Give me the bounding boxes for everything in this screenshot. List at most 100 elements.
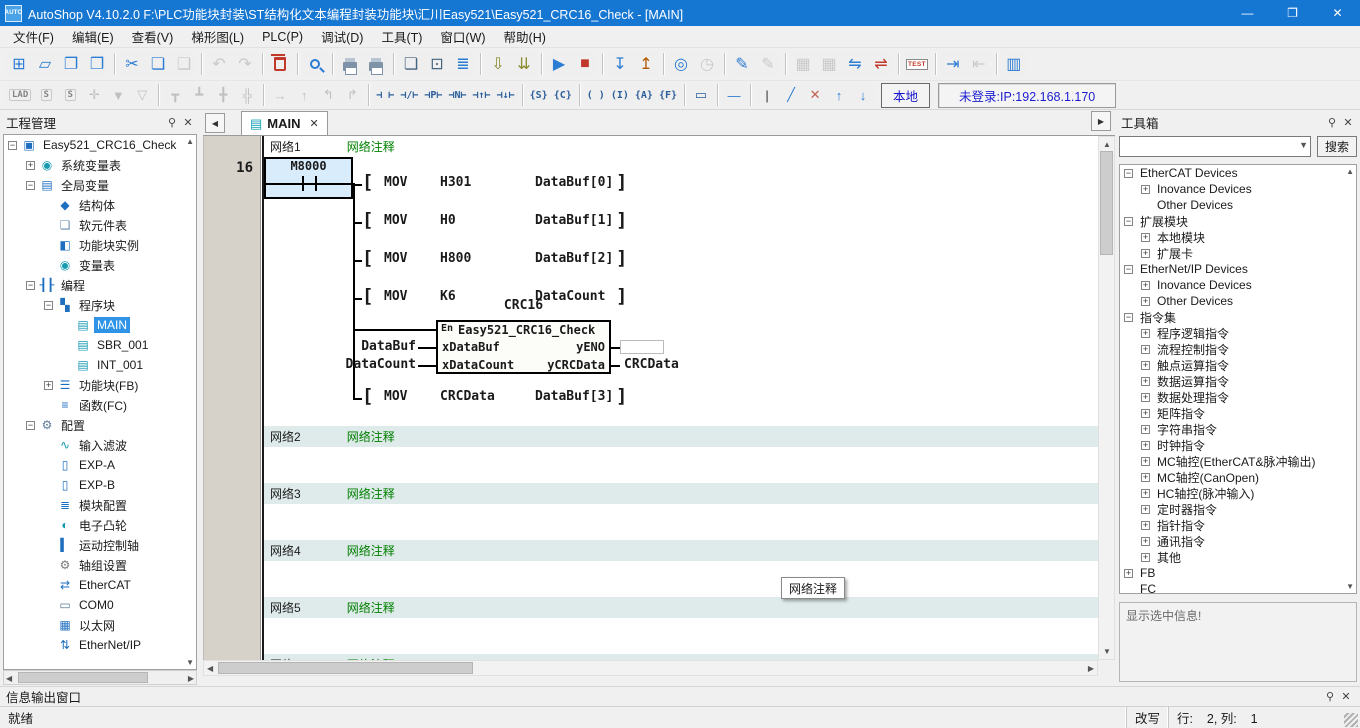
- compile-button[interactable]: ⇩: [485, 51, 511, 77]
- project-tree-item-8[interactable]: −▚程序块: [4, 295, 196, 315]
- instruction-opcode[interactable]: MOV: [384, 289, 407, 304]
- expand-icon[interactable]: +: [1141, 473, 1150, 482]
- expand-icon[interactable]: +: [1141, 377, 1150, 386]
- pin-icon[interactable]: ⚲: [1322, 689, 1338, 705]
- find-button[interactable]: [302, 51, 328, 77]
- collapse-icon[interactable]: −: [1124, 169, 1133, 178]
- collapse-icon[interactable]: −: [1124, 217, 1133, 226]
- instruction-operand-2[interactable]: DataBuf[0]: [535, 175, 613, 190]
- network-3-comment[interactable]: 网络注释: [347, 485, 395, 502]
- print-preview-button[interactable]: [337, 51, 363, 77]
- application-block-button[interactable]: {A}: [632, 84, 656, 106]
- menu-item-6[interactable]: 工具(T): [372, 24, 431, 49]
- coil-set-button[interactable]: {S}: [527, 84, 551, 106]
- project-tree-item-25[interactable]: ⇅EtherNet/IP: [4, 635, 196, 655]
- draw-vline-button[interactable]: |: [755, 84, 779, 106]
- expand-icon[interactable]: +: [1141, 233, 1150, 242]
- expand-icon[interactable]: +: [1141, 409, 1150, 418]
- resize-grip[interactable]: [1344, 713, 1358, 727]
- project-tree-item-10[interactable]: ▤SBR_001: [4, 335, 196, 355]
- contact-no-button[interactable]: ⊣ ⊢: [373, 84, 397, 106]
- scroll-up-icon[interactable]: ▲: [186, 137, 194, 146]
- instruction-opcode[interactable]: MOV: [384, 175, 407, 190]
- network-4-comment[interactable]: 网络注释: [347, 542, 395, 559]
- expand-icon[interactable]: +: [1141, 249, 1150, 258]
- project-tree-item-20[interactable]: ▍运动控制轴: [4, 535, 196, 555]
- minimize-button[interactable]: —: [1225, 0, 1270, 26]
- block-in1-operand[interactable]: DataBuf: [284, 339, 416, 354]
- instruction-operand-1[interactable]: H800: [440, 251, 471, 266]
- project-tree-item-23[interactable]: ▭COM0: [4, 595, 196, 615]
- project-tree-item-9[interactable]: ▤MAIN: [4, 315, 196, 335]
- project-tree-item-17[interactable]: ▯EXP-B: [4, 475, 196, 495]
- instruction-opcode[interactable]: MOV: [384, 389, 407, 404]
- expand-icon[interactable]: +: [1141, 425, 1150, 434]
- instruction-operand-2[interactable]: DataBuf[3]: [535, 389, 613, 404]
- insert-network-button[interactable]: ⇋: [842, 51, 868, 77]
- ladder-canvas[interactable]: 16 网络1 网络注释 M8000 [MOVH3: [203, 136, 1098, 660]
- toolbox-tree-item-0[interactable]: −EtherCAT Devices: [1120, 165, 1356, 181]
- coil-invert-button[interactable]: (I): [608, 84, 632, 106]
- move-down-button[interactable]: ↓: [851, 84, 875, 106]
- project-tree-item-18[interactable]: ≣模块配置: [4, 495, 196, 515]
- stop-button[interactable]: ■: [572, 51, 598, 77]
- project-tree-item-21[interactable]: ⚙轴组设置: [4, 555, 196, 575]
- expand-icon[interactable]: +: [1141, 457, 1150, 466]
- tab-main[interactable]: ▤ MAIN ✕: [241, 111, 328, 135]
- instruction-operand-1[interactable]: H0: [440, 213, 456, 228]
- expand-icon[interactable]: +: [44, 381, 53, 390]
- delete-lines-button[interactable]: ✕: [803, 84, 827, 106]
- network-4-body[interactable]: [264, 561, 1098, 597]
- network-2-body[interactable]: [264, 447, 1098, 483]
- restore-button[interactable]: ❐: [1270, 0, 1315, 26]
- toolbox-tree-item-5[interactable]: +扩展卡: [1120, 245, 1356, 261]
- contact-down-button[interactable]: ⊣↓⊢: [494, 84, 518, 106]
- collapse-icon[interactable]: −: [26, 281, 35, 290]
- menu-item-1[interactable]: 编辑(E): [63, 24, 123, 49]
- new-project-button[interactable]: ⊞: [6, 51, 32, 77]
- project-tree-item-22[interactable]: ⇄EtherCAT: [4, 575, 196, 595]
- project-tree-item-15[interactable]: ∿输入滤波: [4, 435, 196, 455]
- network-4-header[interactable]: 网络4网络注释: [264, 540, 1098, 561]
- network-3-body[interactable]: [264, 504, 1098, 540]
- project-tree-item-1[interactable]: +◉系统变量表: [4, 155, 196, 175]
- instruction-operand-2[interactable]: DataBuf[1]: [535, 213, 613, 228]
- expand-icon[interactable]: +: [1141, 329, 1150, 338]
- menu-item-5[interactable]: 调试(D): [312, 24, 372, 49]
- toolbox-search-input[interactable]: ▼: [1119, 136, 1311, 157]
- close-icon[interactable]: ✕: [1340, 114, 1356, 130]
- download-button[interactable]: ↧: [607, 51, 633, 77]
- toolbox-tree-item-25[interactable]: +FB: [1120, 565, 1356, 581]
- block-box-button[interactable]: ▭: [689, 84, 713, 106]
- contact-up-button[interactable]: ⊣↑⊢: [470, 84, 494, 106]
- project-tree-item-13[interactable]: ≡函数(FC): [4, 395, 196, 415]
- collapse-icon[interactable]: −: [1124, 265, 1133, 274]
- save-button[interactable]: ❐: [58, 51, 84, 77]
- project-tree-item-14[interactable]: −⚙配置: [4, 415, 196, 435]
- toolbox-tree-item-7[interactable]: +Inovance Devices: [1120, 277, 1356, 293]
- function-block-button[interactable]: {F}: [656, 84, 680, 106]
- toolbox-tree-item-1[interactable]: +Inovance Devices: [1120, 181, 1356, 197]
- block-in2-operand[interactable]: DataCount: [272, 357, 416, 372]
- network-5-body[interactable]: [264, 618, 1098, 654]
- project-tree-item-11[interactable]: ▤INT_001: [4, 355, 196, 375]
- instruction-operand-1[interactable]: CRCData: [440, 389, 495, 404]
- output-window-bar[interactable]: 信息输出窗口 ⚲ ✕: [0, 686, 1360, 706]
- close-icon[interactable]: ✕: [1338, 689, 1354, 705]
- toolbox-tree-item-26[interactable]: FC: [1120, 581, 1356, 594]
- delete-button[interactable]: [267, 51, 293, 77]
- pin-icon[interactable]: ⚲: [1324, 114, 1340, 130]
- open-project-button[interactable]: ▱: [32, 51, 58, 77]
- collapse-icon[interactable]: −: [8, 141, 17, 150]
- project-tree-item-24[interactable]: ▦以太网: [4, 615, 196, 635]
- network-1-comment[interactable]: 网络注释: [347, 138, 395, 155]
- project-tree-item-5[interactable]: ◧功能块实例: [4, 235, 196, 255]
- collapse-icon[interactable]: −: [26, 181, 35, 190]
- close-icon[interactable]: ✕: [180, 114, 196, 130]
- compile-all-button[interactable]: ⇊: [511, 51, 537, 77]
- pin-icon[interactable]: ⚲: [164, 114, 180, 130]
- menu-item-8[interactable]: 帮助(H): [495, 24, 555, 49]
- login-button[interactable]: ⇥: [940, 51, 966, 77]
- expand-icon[interactable]: +: [1141, 505, 1150, 514]
- expand-icon[interactable]: +: [1141, 553, 1150, 562]
